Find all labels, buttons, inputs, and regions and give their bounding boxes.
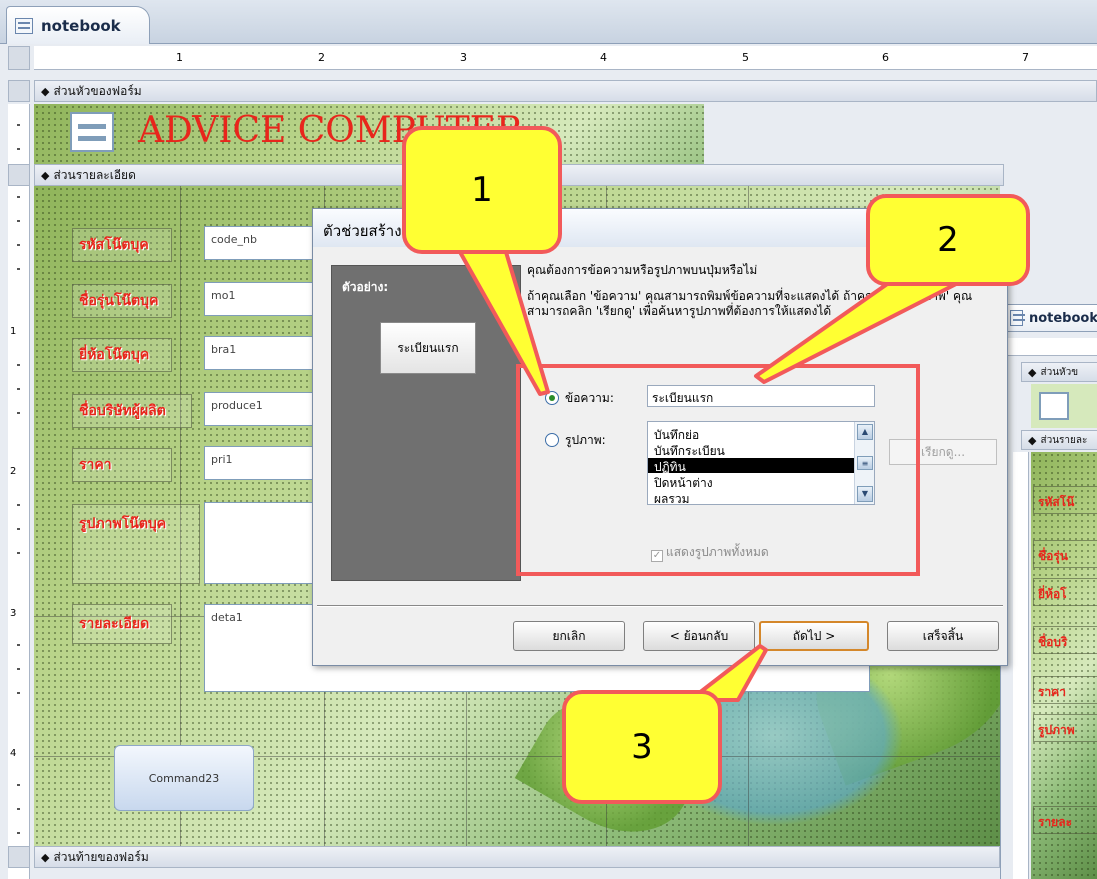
callout-2: 2 [866,194,1030,286]
callout-1-pointer [458,250,550,396]
callout-2-pointer [754,280,962,384]
callout-1: 1 [402,126,562,254]
callout-3: 3 [562,690,722,804]
